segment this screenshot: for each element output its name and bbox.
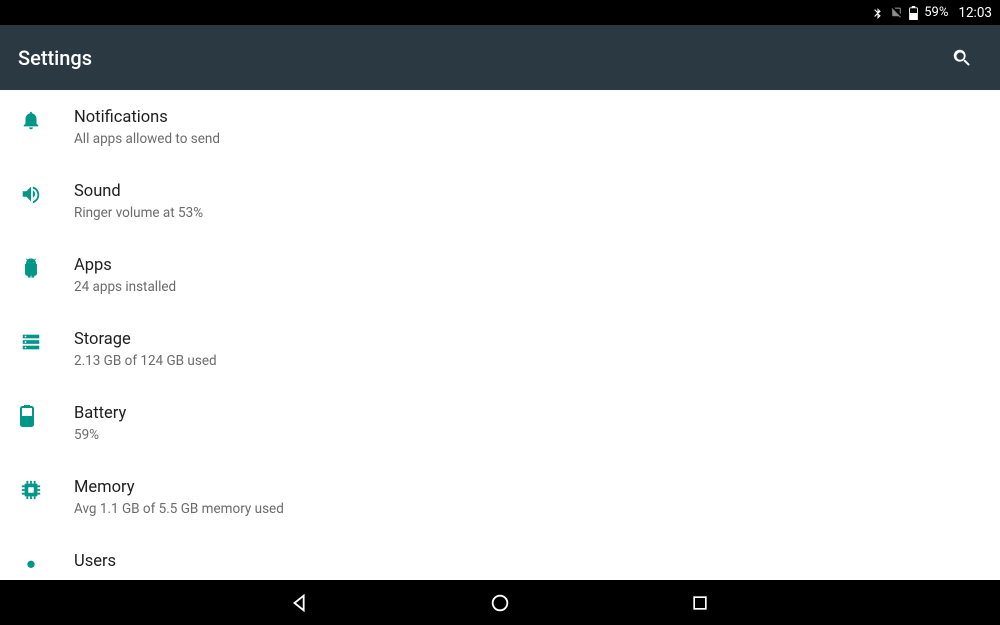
user-icon [20,557,42,579]
item-subtitle: All apps allowed to send [74,131,982,147]
settings-list[interactable]: Notifications All apps allowed to send S… [0,90,1000,580]
item-subtitle: 2.13 GB of 124 GB used [74,353,982,369]
search-icon [951,47,973,69]
home-icon [489,592,511,614]
item-title: Memory [74,477,982,499]
page-title: Settings [18,46,92,70]
item-subtitle: 24 apps installed [74,279,982,295]
home-button[interactable] [480,583,520,623]
item-subtitle: Avg 1.1 GB of 5.5 GB memory used [74,501,982,517]
bluetooth-icon [871,6,884,19]
recents-icon [690,593,710,613]
item-subtitle: 59% [74,427,982,443]
battery-icon [20,405,34,427]
back-icon [289,592,311,614]
clock-text: 12:03 [958,5,992,21]
item-title: Notifications [74,107,982,129]
recents-button[interactable] [680,583,720,623]
search-button[interactable] [942,38,982,78]
volume-icon [20,183,42,205]
android-icon [20,257,42,279]
item-subtitle: Ringer volume at 53% [74,205,982,221]
bell-icon [20,109,42,131]
item-title: Storage [74,329,982,351]
app-bar: Settings [0,25,1000,90]
settings-item-notifications[interactable]: Notifications All apps allowed to send [0,90,1000,164]
battery-status-icon [909,6,918,20]
settings-item-users[interactable]: Users [0,534,1000,579]
settings-item-apps[interactable]: Apps 24 apps installed [0,238,1000,312]
no-sim-icon [890,6,903,19]
settings-item-sound[interactable]: Sound Ringer volume at 53% [0,164,1000,238]
item-title: Battery [74,403,982,425]
item-title: Users [74,551,982,573]
settings-item-memory[interactable]: Memory Avg 1.1 GB of 5.5 GB memory used [0,460,1000,534]
status-bar: 59% 12:03 [0,0,1000,25]
settings-item-storage[interactable]: Storage 2.13 GB of 124 GB used [0,312,1000,386]
battery-percent-text: 59% [924,5,948,20]
settings-item-battery[interactable]: Battery 59% [0,386,1000,460]
item-title: Sound [74,181,982,203]
back-button[interactable] [280,583,320,623]
storage-icon [20,331,42,353]
item-title: Apps [74,255,982,277]
memory-icon [20,479,42,501]
navigation-bar [0,580,1000,625]
